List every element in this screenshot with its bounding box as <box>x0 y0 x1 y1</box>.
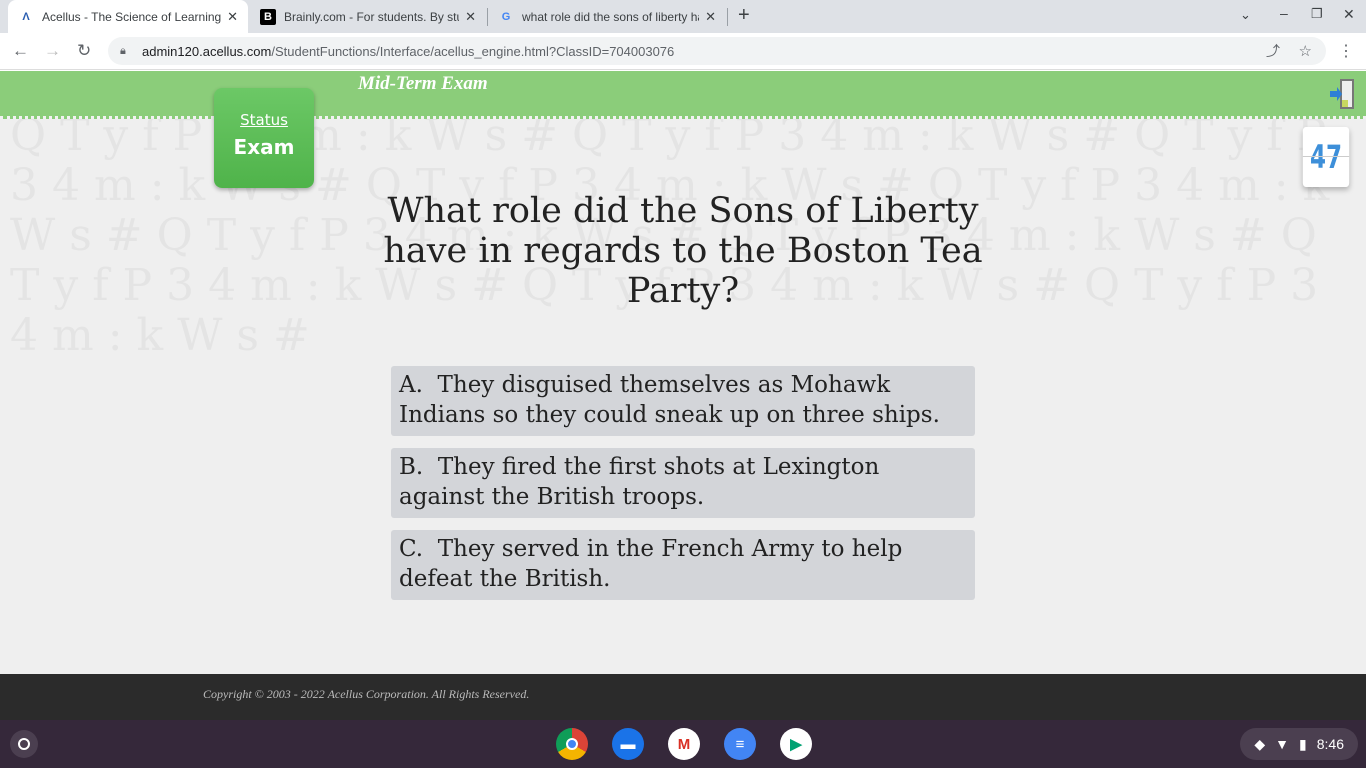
answer-text: They disguised themselves as Mohawk Indi… <box>399 372 940 428</box>
clock: 8:46 <box>1316 736 1344 752</box>
battery-icon: ▮ <box>1299 735 1307 752</box>
answer-b[interactable]: B. They fired the first shots at Lexingt… <box>391 448 975 518</box>
launcher-button[interactable] <box>10 730 38 758</box>
shelf: ▬ M ≡ ▶ ◆ ▼ ▮ 8:46 <box>0 720 1366 768</box>
files-icon[interactable]: ▬ <box>612 728 644 760</box>
reload-icon[interactable]: ↻ <box>77 41 91 61</box>
answer-letter: B. <box>399 454 424 480</box>
share-icon[interactable]: ⤴ <box>1266 41 1280 61</box>
status-label: Status <box>240 111 288 129</box>
wifi-icon: ▼ <box>1275 736 1290 752</box>
question-counter: 47 <box>1302 127 1350 187</box>
answer-letter: C. <box>399 536 424 562</box>
tab-title: what role did the sons of liberty have <box>522 9 700 24</box>
tab-strip: Λ Acellus - The Science of Learning ✕ B … <box>0 0 1366 33</box>
footer: Copyright © 2003 - 2022 Acellus Corporat… <box>0 674 1366 720</box>
minimize-button[interactable]: – <box>1280 5 1288 21</box>
exit-door-icon[interactable] <box>1330 78 1356 110</box>
exam-header: Mid-Term Exam <box>0 71 1366 119</box>
play-store-icon[interactable]: ▶ <box>780 728 812 760</box>
network-icon: ◆ <box>1254 735 1266 752</box>
new-tab-button[interactable]: + <box>738 4 750 27</box>
tab-title: Brainly.com - For students. By students. <box>284 9 459 24</box>
exam-title: Mid-Term Exam <box>358 73 488 94</box>
question-text: What role did the Sons of Liberty have i… <box>383 191 983 311</box>
answer-text: They served in the French Army to help d… <box>399 536 903 592</box>
url-domain: admin120.acellus.com <box>142 43 272 59</box>
close-tab-icon[interactable]: ✕ <box>465 9 476 25</box>
answer-c[interactable]: C. They served in the French Army to hel… <box>391 530 975 600</box>
tab-acellus[interactable]: Λ Acellus - The Science of Learning ✕ <box>8 0 248 33</box>
bookmark-star-icon[interactable]: ☆ <box>1299 42 1312 60</box>
url-path: /StudentFunctions/Interface/acellus_engi… <box>271 43 675 59</box>
acellus-icon: Λ <box>22 10 30 23</box>
chrome-icon[interactable] <box>556 728 588 760</box>
close-window-button[interactable]: ✕ <box>1343 6 1355 23</box>
answer-a[interactable]: A. They disguised themselves as Mohawk I… <box>391 366 975 436</box>
acellus-page: QTyfP34m:kWs#QTyfP34m:kWs#QTyfP34m:kWs#Q… <box>0 71 1366 674</box>
status-badge[interactable]: Status Exam <box>214 88 314 188</box>
toolbar: ← → ↻ 🔒︎ admin120.acellus.com/StudentFun… <box>0 33 1366 70</box>
tab-brainly[interactable]: B Brainly.com - For students. By student… <box>250 0 486 33</box>
answer-letter: A. <box>399 372 423 398</box>
tab-search-icon[interactable]: ⌄ <box>1240 7 1251 23</box>
close-tab-icon[interactable]: ✕ <box>705 9 716 25</box>
menu-icon[interactable]: ⋮ <box>1338 41 1354 61</box>
brainly-icon: B <box>260 8 276 25</box>
close-tab-icon[interactable]: ✕ <box>227 9 238 25</box>
back-icon[interactable]: ← <box>12 41 29 61</box>
lock-icon: 🔒︎ <box>120 44 126 57</box>
tab-title: Acellus - The Science of Learning <box>42 9 222 24</box>
status-tray[interactable]: ◆ ▼ ▮ 8:46 <box>1240 728 1358 760</box>
answer-text: They fired the first shots at Lexington … <box>399 454 880 510</box>
gmail-icon[interactable]: M <box>668 728 700 760</box>
address-bar[interactable]: 🔒︎ admin120.acellus.com/StudentFunctions… <box>108 37 1326 65</box>
tab-google[interactable]: G what role did the sons of liberty have… <box>488 0 726 33</box>
forward-icon[interactable]: → <box>44 41 61 61</box>
status-value: Exam <box>233 135 295 159</box>
google-icon: G <box>501 10 511 23</box>
restore-button[interactable]: ❐ <box>1311 6 1323 22</box>
docs-icon[interactable]: ≡ <box>724 728 756 760</box>
copyright: Copyright © 2003 - 2022 Acellus Corporat… <box>203 687 530 701</box>
